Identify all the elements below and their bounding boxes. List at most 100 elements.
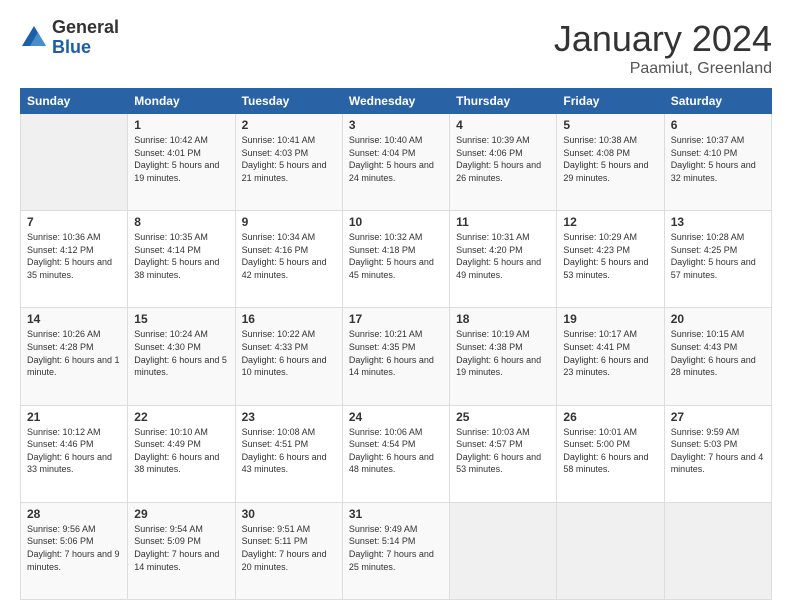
day-info: Sunrise: 10:15 AMSunset: 4:43 PMDaylight… — [671, 328, 765, 378]
calendar-cell: 24 Sunrise: 10:06 AMSunset: 4:54 PMDaylig… — [342, 405, 449, 502]
day-info: Sunrise: 10:40 AMSunset: 4:04 PMDaylight… — [349, 134, 443, 184]
day-number: 4 — [456, 118, 550, 132]
day-info: Sunrise: 10:01 AMSunset: 5:00 PMDaylight… — [563, 426, 657, 476]
day-number: 21 — [27, 410, 121, 424]
calendar-header: SundayMondayTuesdayWednesdayThursdayFrid… — [21, 89, 772, 114]
calendar-cell: 17 Sunrise: 10:21 AMSunset: 4:35 PMDaylig… — [342, 308, 449, 405]
calendar-cell: 14Sunrise: 10:26 AMSunset: 4:28 PMDaylig… — [21, 308, 128, 405]
day-number: 2 — [242, 118, 336, 132]
day-number: 7 — [27, 215, 121, 229]
calendar-cell: 19Sunrise: 10:17 AMSunset: 4:41 PMDaylig… — [557, 308, 664, 405]
calendar-cell: 28Sunrise: 9:56 AMSunset: 5:06 PMDayligh… — [21, 502, 128, 599]
header: General Blue January 2024 Paamiut, Green… — [20, 18, 772, 78]
calendar: SundayMondayTuesdayWednesdayThursdayFrid… — [20, 88, 772, 600]
calendar-cell: 26 Sunrise: 10:01 AMSunset: 5:00 PMDaylig… — [557, 405, 664, 502]
month-title: January 2024 — [554, 18, 772, 60]
header-day: Monday — [128, 89, 235, 114]
day-number: 23 — [242, 410, 336, 424]
calendar-week: 28Sunrise: 9:56 AMSunset: 5:06 PMDayligh… — [21, 502, 772, 599]
day-info: Sunrise: 10:36 AMSunset: 4:12 PMDaylight… — [27, 231, 121, 281]
calendar-cell: 18 Sunrise: 10:19 AMSunset: 4:38 PMDaylig… — [450, 308, 557, 405]
day-info: Sunrise: 9:54 AMSunset: 5:09 PMDaylight:… — [134, 523, 228, 573]
day-number: 24 — [349, 410, 443, 424]
header-day: Tuesday — [235, 89, 342, 114]
header-day: Friday — [557, 89, 664, 114]
day-info: Sunrise: 10:34 AMSunset: 4:16 PMDaylight… — [242, 231, 336, 281]
day-info: Sunrise: 10:29 AMSunset: 4:23 PMDaylight… — [563, 231, 657, 281]
day-info: Sunrise: 10:41 AMSunset: 4:03 PMDaylight… — [242, 134, 336, 184]
day-number: 10 — [349, 215, 443, 229]
calendar-cell: 12 Sunrise: 10:29 AMSunset: 4:23 PMDaylig… — [557, 211, 664, 308]
day-number: 8 — [134, 215, 228, 229]
calendar-cell: 8Sunrise: 10:35 AMSunset: 4:14 PMDayligh… — [128, 211, 235, 308]
header-row: SundayMondayTuesdayWednesdayThursdayFrid… — [21, 89, 772, 114]
day-number: 5 — [563, 118, 657, 132]
calendar-week: 1 Sunrise: 10:42 AMSunset: 4:01 PMDayligh… — [21, 114, 772, 211]
logo-general: General — [52, 18, 119, 38]
day-info: Sunrise: 9:49 AMSunset: 5:14 PMDaylight:… — [349, 523, 443, 573]
day-info: Sunrise: 10:26 AMSunset: 4:28 PMDaylight… — [27, 328, 121, 378]
day-number: 29 — [134, 507, 228, 521]
day-number: 1 — [134, 118, 228, 132]
day-number: 6 — [671, 118, 765, 132]
day-info: Sunrise: 10:10 AMSunset: 4:49 PMDaylight… — [134, 426, 228, 476]
calendar-cell: 9Sunrise: 10:34 AMSunset: 4:16 PMDayligh… — [235, 211, 342, 308]
title-area: January 2024 Paamiut, Greenland — [554, 18, 772, 78]
day-number: 26 — [563, 410, 657, 424]
calendar-cell: 15 Sunrise: 10:24 AMSunset: 4:30 PMDaylig… — [128, 308, 235, 405]
day-number: 17 — [349, 312, 443, 326]
day-info: Sunrise: 10:37 AMSunset: 4:10 PMDaylight… — [671, 134, 765, 184]
calendar-cell: 6 Sunrise: 10:37 AMSunset: 4:10 PMDayligh… — [664, 114, 771, 211]
day-info: Sunrise: 10:39 AMSunset: 4:06 PMDaylight… — [456, 134, 550, 184]
day-info: Sunrise: 10:24 AMSunset: 4:30 PMDaylight… — [134, 328, 228, 378]
day-number: 15 — [134, 312, 228, 326]
day-info: Sunrise: 10:31 AMSunset: 4:20 PMDaylight… — [456, 231, 550, 281]
day-number: 12 — [563, 215, 657, 229]
header-day: Wednesday — [342, 89, 449, 114]
day-info: Sunrise: 10:22 AMSunset: 4:33 PMDaylight… — [242, 328, 336, 378]
calendar-cell: 13Sunrise: 10:28 AMSunset: 4:25 PMDaylig… — [664, 211, 771, 308]
day-info: Sunrise: 10:17 AMSunset: 4:41 PMDaylight… — [563, 328, 657, 378]
day-number: 31 — [349, 507, 443, 521]
logo-text: General Blue — [52, 18, 119, 58]
day-info: Sunrise: 10:06 AMSunset: 4:54 PMDaylight… — [349, 426, 443, 476]
calendar-cell — [21, 114, 128, 211]
calendar-cell: 2 Sunrise: 10:41 AMSunset: 4:03 PMDayligh… — [235, 114, 342, 211]
calendar-cell — [557, 502, 664, 599]
day-number: 11 — [456, 215, 550, 229]
calendar-cell: 25Sunrise: 10:03 AMSunset: 4:57 PMDaylig… — [450, 405, 557, 502]
calendar-cell: 4 Sunrise: 10:39 AMSunset: 4:06 PMDayligh… — [450, 114, 557, 211]
calendar-cell: 20 Sunrise: 10:15 AMSunset: 4:43 PMDaylig… — [664, 308, 771, 405]
calendar-cell: 10 Sunrise: 10:32 AMSunset: 4:18 PMDaylig… — [342, 211, 449, 308]
header-day: Thursday — [450, 89, 557, 114]
day-number: 18 — [456, 312, 550, 326]
calendar-cell: 29 Sunrise: 9:54 AMSunset: 5:09 PMDayligh… — [128, 502, 235, 599]
calendar-cell: 22Sunrise: 10:10 AMSunset: 4:49 PMDaylig… — [128, 405, 235, 502]
calendar-cell — [664, 502, 771, 599]
calendar-week: 7 Sunrise: 10:36 AMSunset: 4:12 PMDayligh… — [21, 211, 772, 308]
day-info: Sunrise: 9:51 AMSunset: 5:11 PMDaylight:… — [242, 523, 336, 573]
calendar-cell: 16 Sunrise: 10:22 AMSunset: 4:33 PMDaylig… — [235, 308, 342, 405]
day-info: Sunrise: 10:32 AMSunset: 4:18 PMDaylight… — [349, 231, 443, 281]
calendar-cell — [450, 502, 557, 599]
day-info: Sunrise: 10:21 AMSunset: 4:35 PMDaylight… — [349, 328, 443, 378]
calendar-cell: 3Sunrise: 10:40 AMSunset: 4:04 PMDayligh… — [342, 114, 449, 211]
header-day: Sunday — [21, 89, 128, 114]
calendar-week: 14Sunrise: 10:26 AMSunset: 4:28 PMDaylig… — [21, 308, 772, 405]
day-number: 27 — [671, 410, 765, 424]
day-number: 20 — [671, 312, 765, 326]
calendar-cell: 5Sunrise: 10:38 AMSunset: 4:08 PMDayligh… — [557, 114, 664, 211]
day-info: Sunrise: 10:42 AMSunset: 4:01 PMDaylight… — [134, 134, 228, 184]
day-info: Sunrise: 10:19 AMSunset: 4:38 PMDaylight… — [456, 328, 550, 378]
calendar-cell: 30 Sunrise: 9:51 AMSunset: 5:11 PMDayligh… — [235, 502, 342, 599]
day-number: 30 — [242, 507, 336, 521]
logo-blue: Blue — [52, 38, 119, 58]
calendar-cell: 21 Sunrise: 10:12 AMSunset: 4:46 PMDaylig… — [21, 405, 128, 502]
day-number: 16 — [242, 312, 336, 326]
calendar-cell: 31 Sunrise: 9:49 AMSunset: 5:14 PMDayligh… — [342, 502, 449, 599]
day-info: Sunrise: 10:28 AMSunset: 4:25 PMDaylight… — [671, 231, 765, 281]
header-day: Saturday — [664, 89, 771, 114]
day-info: Sunrise: 10:12 AMSunset: 4:46 PMDaylight… — [27, 426, 121, 476]
page: General Blue January 2024 Paamiut, Green… — [0, 0, 792, 612]
location: Paamiut, Greenland — [554, 60, 772, 78]
